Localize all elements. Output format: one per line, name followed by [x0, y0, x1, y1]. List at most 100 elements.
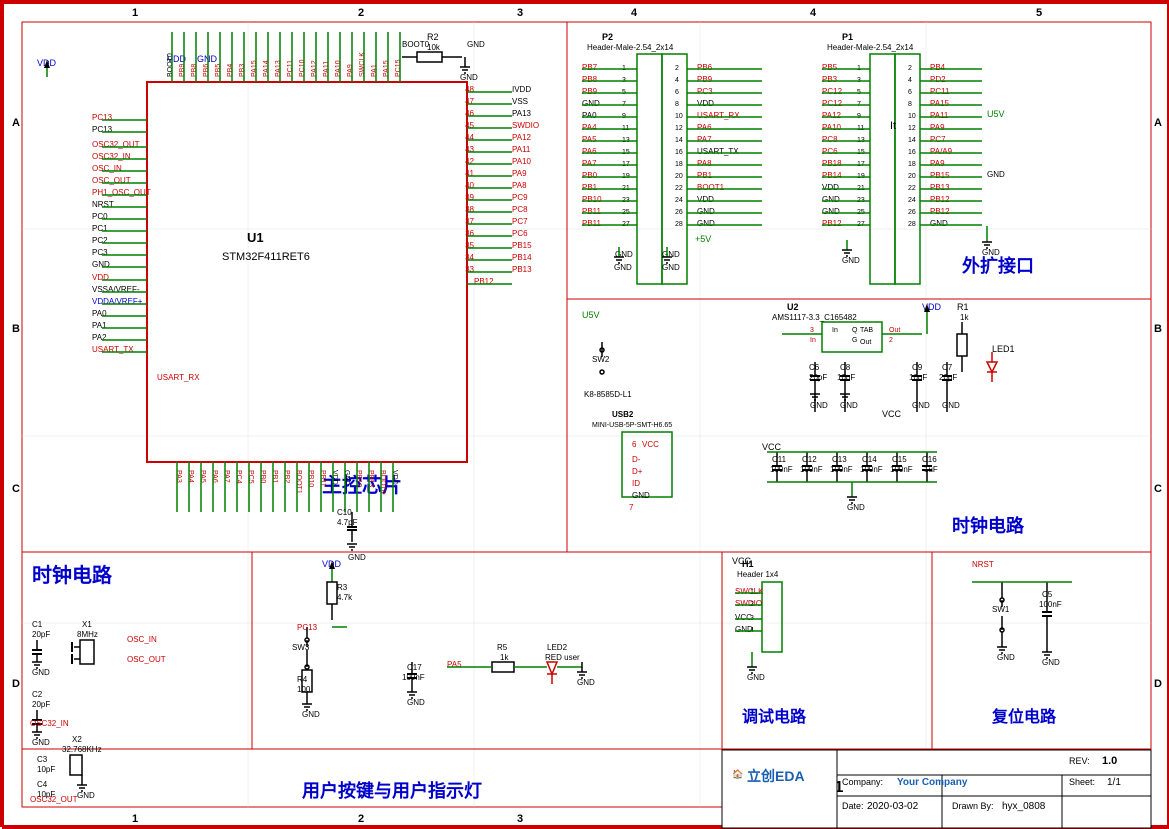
svg-text:X1: X1 — [82, 620, 92, 629]
svg-text:GND: GND — [822, 195, 840, 204]
svg-text:USART_RX: USART_RX — [157, 373, 200, 382]
svg-text:Company:: Company: — [842, 777, 883, 787]
svg-text:D+: D+ — [632, 467, 643, 476]
svg-text:VCC: VCC — [642, 440, 659, 449]
svg-text:RED user: RED user — [545, 653, 580, 662]
svg-text:PA9: PA9 — [930, 123, 945, 132]
svg-text:PB11: PB11 — [582, 207, 602, 216]
svg-text:R5: R5 — [497, 643, 508, 652]
svg-text:PB10: PB10 — [582, 195, 602, 204]
svg-text:PC8: PC8 — [822, 135, 838, 144]
svg-text:2: 2 — [358, 7, 364, 19]
svg-text:4.7k: 4.7k — [337, 593, 353, 602]
svg-text:PB9: PB9 — [697, 75, 713, 84]
svg-text:14: 14 — [908, 137, 916, 144]
svg-text:Header-Male-2.54_2x14: Header-Male-2.54_2x14 — [827, 43, 914, 52]
svg-text:PB10: PB10 — [307, 470, 314, 487]
svg-text:hyx_0808: hyx_0808 — [1002, 801, 1046, 812]
svg-text:GND: GND — [407, 698, 425, 707]
svg-text:4: 4 — [810, 7, 817, 19]
svg-text:18: 18 — [908, 161, 916, 168]
svg-text:A: A — [12, 117, 20, 129]
svg-text:BOOT0: BOOT0 — [379, 470, 386, 494]
svg-text:22: 22 — [675, 185, 683, 192]
svg-text:PD2: PD2 — [930, 75, 946, 84]
svg-text:PA6: PA6 — [697, 123, 712, 132]
svg-text:Header 1x4: Header 1x4 — [737, 570, 779, 579]
svg-text:OSC32_IN: OSC32_IN — [30, 719, 69, 728]
svg-text:PA12: PA12 — [822, 111, 842, 120]
svg-text:BOOT1: BOOT1 — [697, 183, 725, 192]
svg-text:C13: C13 — [832, 455, 847, 464]
svg-text:PC12: PC12 — [822, 87, 843, 96]
svg-text:A: A — [1154, 117, 1162, 129]
svg-text:OSC_OUT: OSC_OUT — [127, 655, 166, 664]
svg-text:PB9: PB9 — [179, 64, 186, 77]
svg-text:PA/A9: PA/A9 — [930, 147, 953, 156]
svg-text:GND: GND — [32, 738, 50, 747]
svg-text:VCC: VCC — [732, 556, 752, 566]
svg-text:立创EDA: 立创EDA — [747, 768, 805, 784]
svg-text:B: B — [1154, 323, 1162, 335]
svg-text:16: 16 — [908, 149, 916, 156]
svg-text:GND: GND — [614, 263, 632, 272]
svg-text:PB12: PB12 — [930, 195, 950, 204]
svg-text:PB2: PB2 — [283, 470, 290, 483]
svg-text:C11: C11 — [772, 455, 787, 464]
svg-text:2020-03-02: 2020-03-02 — [867, 801, 919, 812]
svg-text:18: 18 — [675, 161, 683, 168]
svg-text:PB12: PB12 — [822, 219, 842, 228]
svg-text:GND: GND — [632, 491, 650, 500]
svg-text:时钟电路: 时钟电路 — [952, 515, 1025, 536]
svg-text:复位电路: 复位电路 — [991, 707, 1057, 726]
svg-text:USART_RX: USART_RX — [697, 111, 740, 120]
svg-text:ID: ID — [632, 479, 640, 488]
svg-text:3: 3 — [517, 7, 523, 19]
svg-text:C1: C1 — [32, 620, 43, 629]
svg-text:6: 6 — [908, 89, 912, 96]
svg-text:GND: GND — [747, 673, 765, 682]
svg-text:U2: U2 — [787, 302, 799, 312]
svg-text:PB8: PB8 — [191, 64, 198, 77]
svg-text:PB11: PB11 — [319, 470, 326, 487]
svg-text:GND: GND — [577, 678, 595, 687]
svg-text:2: 2 — [358, 813, 364, 825]
svg-text:VDD: VDD — [331, 470, 338, 485]
svg-text:C15: C15 — [892, 455, 907, 464]
svg-text:GND: GND — [77, 791, 95, 800]
svg-text:R1: R1 — [957, 302, 969, 312]
svg-text:PA15: PA15 — [251, 60, 258, 77]
svg-text:12: 12 — [908, 125, 916, 132]
svg-text:10: 10 — [675, 113, 683, 120]
svg-text:GND: GND — [930, 219, 948, 228]
svg-text:PC4: PC4 — [235, 470, 242, 484]
svg-text:PB1: PB1 — [271, 470, 278, 483]
svg-text:PB12: PB12 — [355, 470, 362, 487]
svg-text:VDD: VDD — [697, 99, 714, 108]
svg-text:C: C — [1154, 483, 1162, 495]
svg-text:8: 8 — [675, 101, 679, 108]
svg-text:PA11: PA11 — [323, 61, 330, 77]
svg-text:PA11: PA11 — [930, 111, 949, 120]
svg-text:R3: R3 — [337, 583, 348, 592]
svg-text:Drawn By:: Drawn By: — [952, 801, 994, 811]
svg-text:PA6: PA6 — [582, 147, 597, 156]
svg-text:VDD: VDD — [697, 195, 714, 204]
svg-text:3: 3 — [810, 327, 814, 334]
svg-text:PC11: PC11 — [930, 87, 950, 96]
svg-text:Sheet:: Sheet: — [1069, 777, 1095, 787]
svg-text:GND: GND — [302, 710, 320, 719]
svg-text:PB0: PB0 — [582, 171, 598, 180]
svg-text:GND: GND — [460, 73, 478, 82]
svg-text:3: 3 — [517, 813, 523, 825]
svg-text:C10: C10 — [337, 508, 352, 517]
svg-text:P1: P1 — [842, 32, 853, 42]
svg-text:PB0: PB0 — [259, 470, 266, 483]
svg-text:C: C — [12, 483, 20, 495]
svg-text:TAB: TAB — [860, 327, 873, 334]
svg-text:C16: C16 — [922, 455, 937, 464]
svg-text:PA4: PA4 — [582, 123, 597, 132]
svg-text:PC11: PC11 — [287, 60, 294, 77]
svg-text:C14: C14 — [862, 455, 877, 464]
svg-text:PA5: PA5 — [582, 135, 597, 144]
